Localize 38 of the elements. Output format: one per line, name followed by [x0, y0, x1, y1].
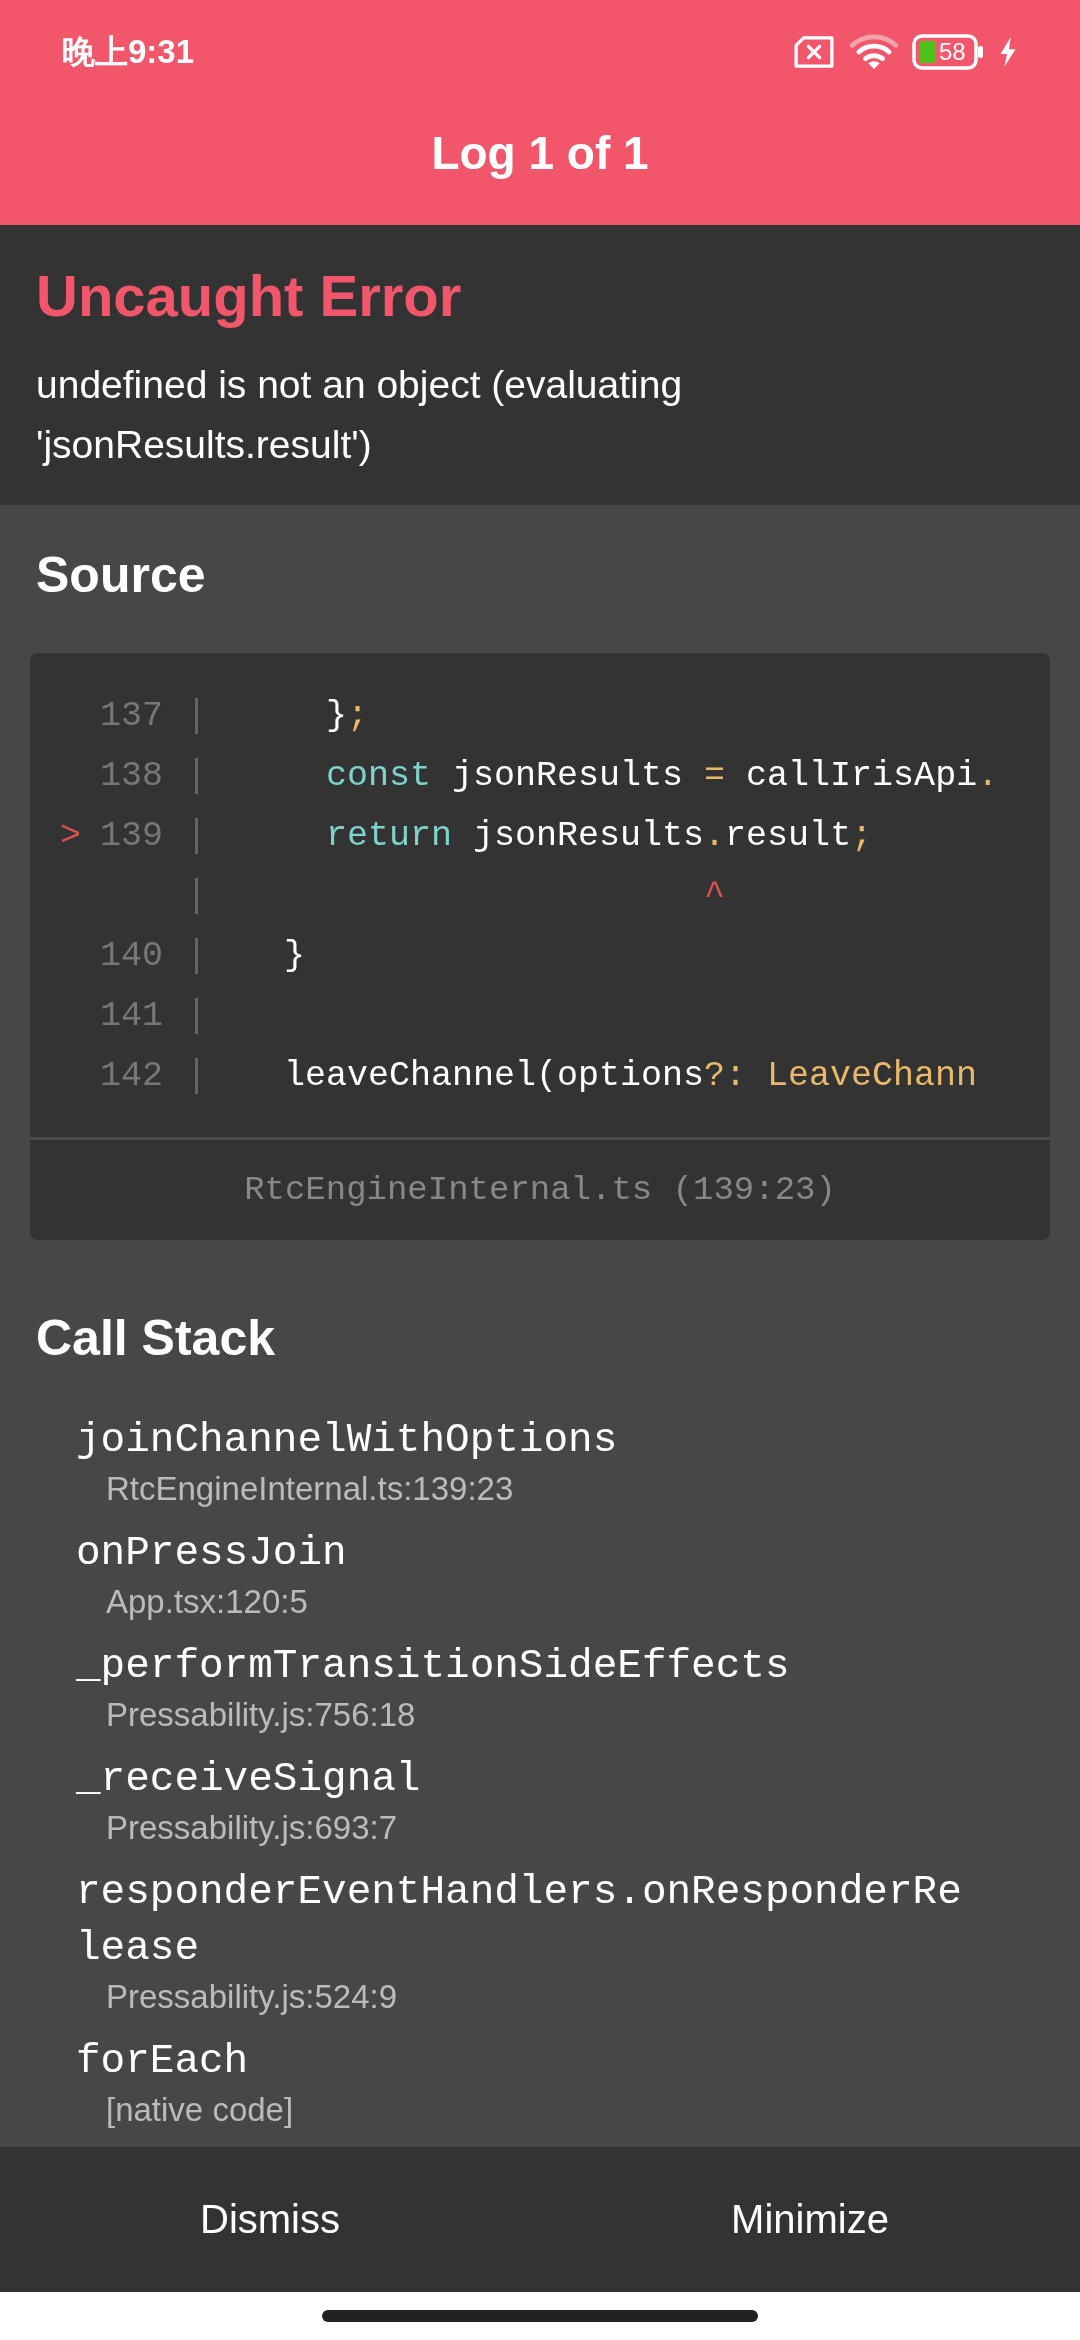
line-number: 137	[100, 696, 163, 736]
section-title: Source	[35, 546, 207, 605]
line-number: 140	[100, 936, 163, 976]
header-title: Log 1 of 1	[430, 126, 650, 180]
battery-percentage: 58	[939, 40, 966, 64]
code-line: ^	[703, 876, 726, 916]
function-name[interactable]: _performTransitionSideEffects	[76, 1638, 986, 1694]
code-line: };	[325, 696, 369, 736]
file-location: Pressability.js:524:9	[105, 1977, 399, 2017]
file-location: [native code]	[105, 2090, 295, 2130]
function-name[interactable]: joinChannelWithOptions	[76, 1412, 986, 1468]
file-location: RtcEngineInternal.ts (139:23)	[244, 1171, 836, 1209]
code-line: leaveChannel(options?: LeaveChann	[283, 1056, 978, 1096]
wifi-icon	[850, 34, 898, 70]
charging-icon	[998, 36, 1018, 68]
function-name[interactable]: responderEventHandlers.onResponderRelease	[76, 1864, 986, 1976]
line-number: 141	[100, 996, 163, 1036]
file-location: Pressability.js:756:18	[105, 1695, 417, 1735]
error-message: undefined is not an object (evaluating 'jsonResults.result')	[36, 362, 684, 468]
battery-icon	[912, 34, 984, 70]
line-number: 142	[100, 1056, 163, 1096]
section-title: Call Stack	[35, 1309, 276, 1368]
code-line: return jsonResults.result;	[325, 816, 873, 856]
code-line: const jsonResults = callIrisApi.	[325, 756, 999, 796]
line-marker: >	[60, 816, 82, 856]
function-name[interactable]: onPressJoin	[76, 1525, 986, 1581]
line-number: 138	[100, 756, 163, 796]
no-sim-icon	[792, 36, 836, 68]
function-name[interactable]: forEach	[76, 2033, 986, 2089]
file-location: RtcEngineInternal.ts:139:23	[105, 1469, 515, 1509]
code-line: }	[283, 936, 305, 976]
home-indicator[interactable]	[322, 2310, 758, 2322]
file-location: Pressability.js:693:7	[105, 1808, 399, 1848]
status-time: 晚上9:31	[62, 31, 195, 72]
file-location: App.tsx:120:5	[105, 1582, 309, 1622]
function-name[interactable]: _receiveSignal	[76, 1751, 986, 1807]
line-number: 139	[100, 816, 163, 856]
error-title: Uncaught Error	[36, 262, 463, 330]
